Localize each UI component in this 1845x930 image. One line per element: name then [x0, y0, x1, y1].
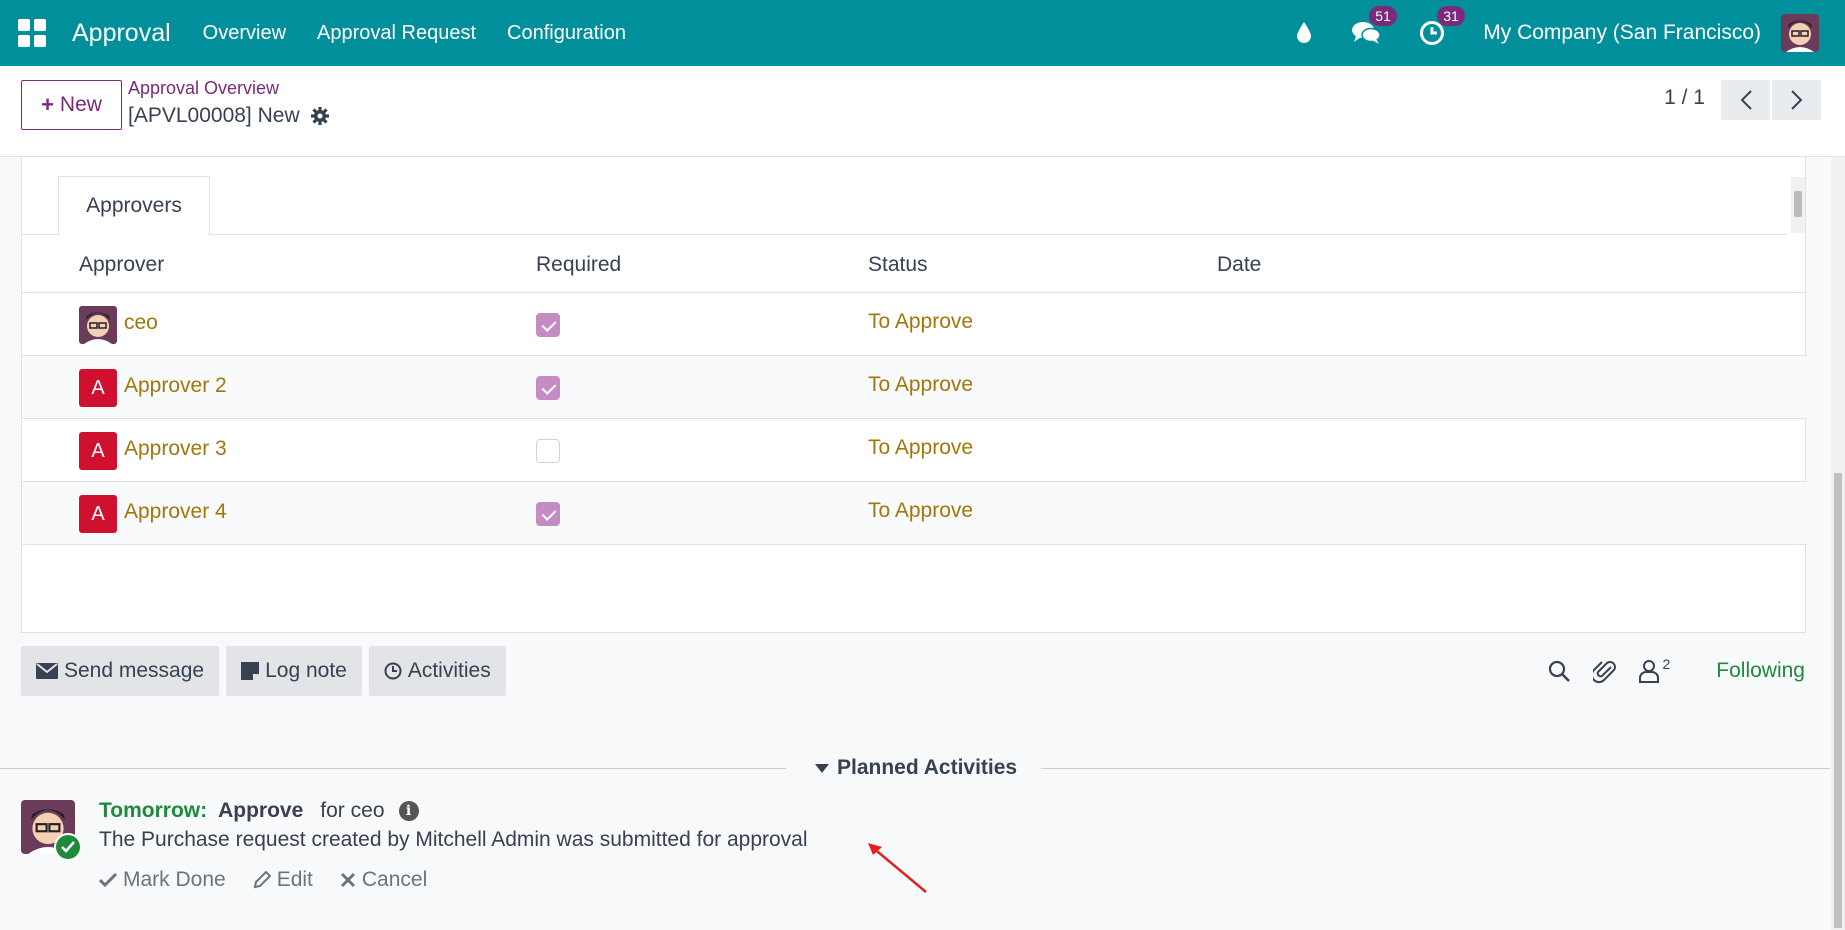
- menu-approval-request[interactable]: Approval Request: [317, 22, 476, 45]
- mark-done-label: Mark Done: [123, 868, 226, 891]
- page-scrollbar[interactable]: [1831, 157, 1845, 930]
- plus-icon: +: [41, 92, 54, 117]
- required-checkbox[interactable]: [536, 502, 560, 526]
- activities-label: Activities: [407, 659, 491, 682]
- chevron-right-icon: [1790, 90, 1802, 110]
- menu-configuration[interactable]: Configuration: [507, 22, 626, 45]
- table-row[interactable]: A Approver 4 To Approve: [22, 482, 1806, 545]
- annotation-arrow-icon: [868, 843, 927, 893]
- edit-button[interactable]: Edit: [253, 868, 313, 892]
- required-checkbox[interactable]: [536, 313, 560, 337]
- avatar: A: [79, 369, 117, 407]
- inner-scrollbar[interactable]: [1791, 177, 1805, 233]
- note-icon: [241, 662, 260, 680]
- required-checkbox[interactable]: [536, 439, 560, 463]
- log-note-button[interactable]: Log note: [226, 646, 362, 696]
- planned-activities-toggle[interactable]: Planned Activities: [815, 756, 1017, 780]
- header-approver[interactable]: Approver: [79, 253, 164, 277]
- status-text: To Approve: [868, 436, 974, 459]
- mark-done-button[interactable]: Mark Done: [99, 868, 226, 892]
- table-row[interactable]: A Approver 2 To Approve: [22, 356, 1806, 419]
- activity-note: The Purchase request created by Mitchell…: [99, 828, 808, 851]
- apps-menu-icon[interactable]: [18, 19, 46, 47]
- app-brand[interactable]: Approval: [72, 19, 171, 48]
- chatter-topbar: Send message Log note Activities: [21, 646, 513, 696]
- search-icon[interactable]: [1547, 659, 1571, 683]
- pager-value[interactable]: 1 / 1: [1664, 86, 1705, 110]
- activities-clock-icon[interactable]: 31: [1419, 6, 1465, 46]
- company-switcher[interactable]: My Company (San Francisco): [1483, 21, 1761, 45]
- paperclip-icon[interactable]: [1593, 658, 1617, 684]
- checkmark-icon: [99, 873, 117, 887]
- messages-badge: 51: [1369, 6, 1397, 26]
- header-status[interactable]: Status: [868, 253, 928, 277]
- top-navbar: Approval Overview Approval Request Confi…: [0, 0, 1845, 66]
- activity-assignee: for ceo: [320, 799, 385, 822]
- activities-button[interactable]: Activities: [368, 646, 506, 696]
- cancel-button[interactable]: Cancel: [340, 868, 427, 892]
- pencil-icon: [253, 871, 271, 889]
- avatar: A: [79, 495, 117, 533]
- activity-type: Approve: [218, 799, 304, 822]
- table-row[interactable]: A Approver 3 To Approve: [22, 419, 1806, 482]
- breadcrumb-approval-overview[interactable]: Approval Overview: [128, 78, 279, 99]
- cancel-label: Cancel: [361, 868, 428, 891]
- menu-overview[interactable]: Overview: [203, 22, 286, 45]
- drop-icon[interactable]: [1295, 21, 1313, 45]
- approver-name[interactable]: Approver 2: [124, 374, 227, 398]
- activity-header: Tomorrow: Approve for ceo i: [99, 799, 419, 823]
- close-icon: [340, 872, 355, 888]
- systray: 51 31 My Company (San Francisco): [1295, 0, 1845, 66]
- new-button[interactable]: + New: [21, 80, 122, 130]
- tab-approvers[interactable]: Approvers: [58, 176, 210, 236]
- main-menu: Overview Approval Request Configuration: [203, 22, 657, 45]
- activities-badge: 31: [1437, 6, 1465, 26]
- table-header: Approver Required Status Date: [22, 235, 1806, 293]
- avatar: A: [79, 432, 117, 470]
- followers-count: 2: [1662, 656, 1671, 672]
- activity-deadline: Tomorrow:: [99, 799, 208, 822]
- info-icon[interactable]: i: [398, 801, 419, 821]
- form-sheet: Approvers Approver Required Status Date …: [21, 157, 1806, 633]
- clock-icon: [384, 662, 402, 680]
- log-note-label: Log note: [265, 659, 347, 682]
- activity-actions: Mark Done Edit Cancel: [99, 868, 454, 892]
- messages-icon[interactable]: 51: [1351, 6, 1397, 46]
- new-button-label: New: [59, 93, 102, 116]
- header-date[interactable]: Date: [1217, 253, 1261, 277]
- control-panel: + New Approval Overview [APVL00008] New …: [0, 66, 1845, 157]
- send-message-label: Send message: [64, 659, 205, 682]
- envelope-icon: [36, 663, 58, 679]
- avatar: [79, 306, 117, 344]
- approver-name[interactable]: ceo: [124, 311, 158, 335]
- status-text: To Approve: [868, 373, 974, 396]
- status-text: To Approve: [868, 310, 974, 333]
- status-text: To Approve: [868, 499, 974, 522]
- pager-previous-button[interactable]: [1721, 80, 1770, 120]
- approver-name[interactable]: Approver 3: [124, 437, 227, 461]
- record-title-wrap: [APVL00008] New: [128, 104, 330, 128]
- pager-next-button[interactable]: [1772, 80, 1821, 120]
- notebook-tabs: Approvers: [22, 157, 1787, 236]
- edit-label: Edit: [276, 868, 313, 891]
- required-checkbox[interactable]: [536, 376, 560, 400]
- chevron-left-icon: [1740, 90, 1752, 110]
- check-icon: [54, 833, 82, 861]
- table-row[interactable]: ceo To Approve: [22, 293, 1806, 356]
- following-button[interactable]: Following: [1716, 659, 1805, 683]
- pager-buttons: [1719, 80, 1821, 120]
- header-required[interactable]: Required: [536, 253, 621, 277]
- record-title: [APVL00008] New: [128, 104, 300, 127]
- followers-button[interactable]: 2: [1639, 656, 1671, 683]
- user-icon: [1639, 660, 1660, 683]
- approver-name[interactable]: Approver 4: [124, 500, 227, 524]
- chatter-tools: 2 Following: [1525, 646, 1805, 696]
- user-avatar[interactable]: [1781, 14, 1819, 52]
- planned-activities-separator: Planned Activities: [0, 750, 1830, 786]
- gear-icon[interactable]: [310, 106, 330, 126]
- planned-activities-label: Planned Activities: [837, 756, 1018, 779]
- send-message-button[interactable]: Send message: [21, 646, 220, 696]
- caret-down-icon: [815, 763, 829, 773]
